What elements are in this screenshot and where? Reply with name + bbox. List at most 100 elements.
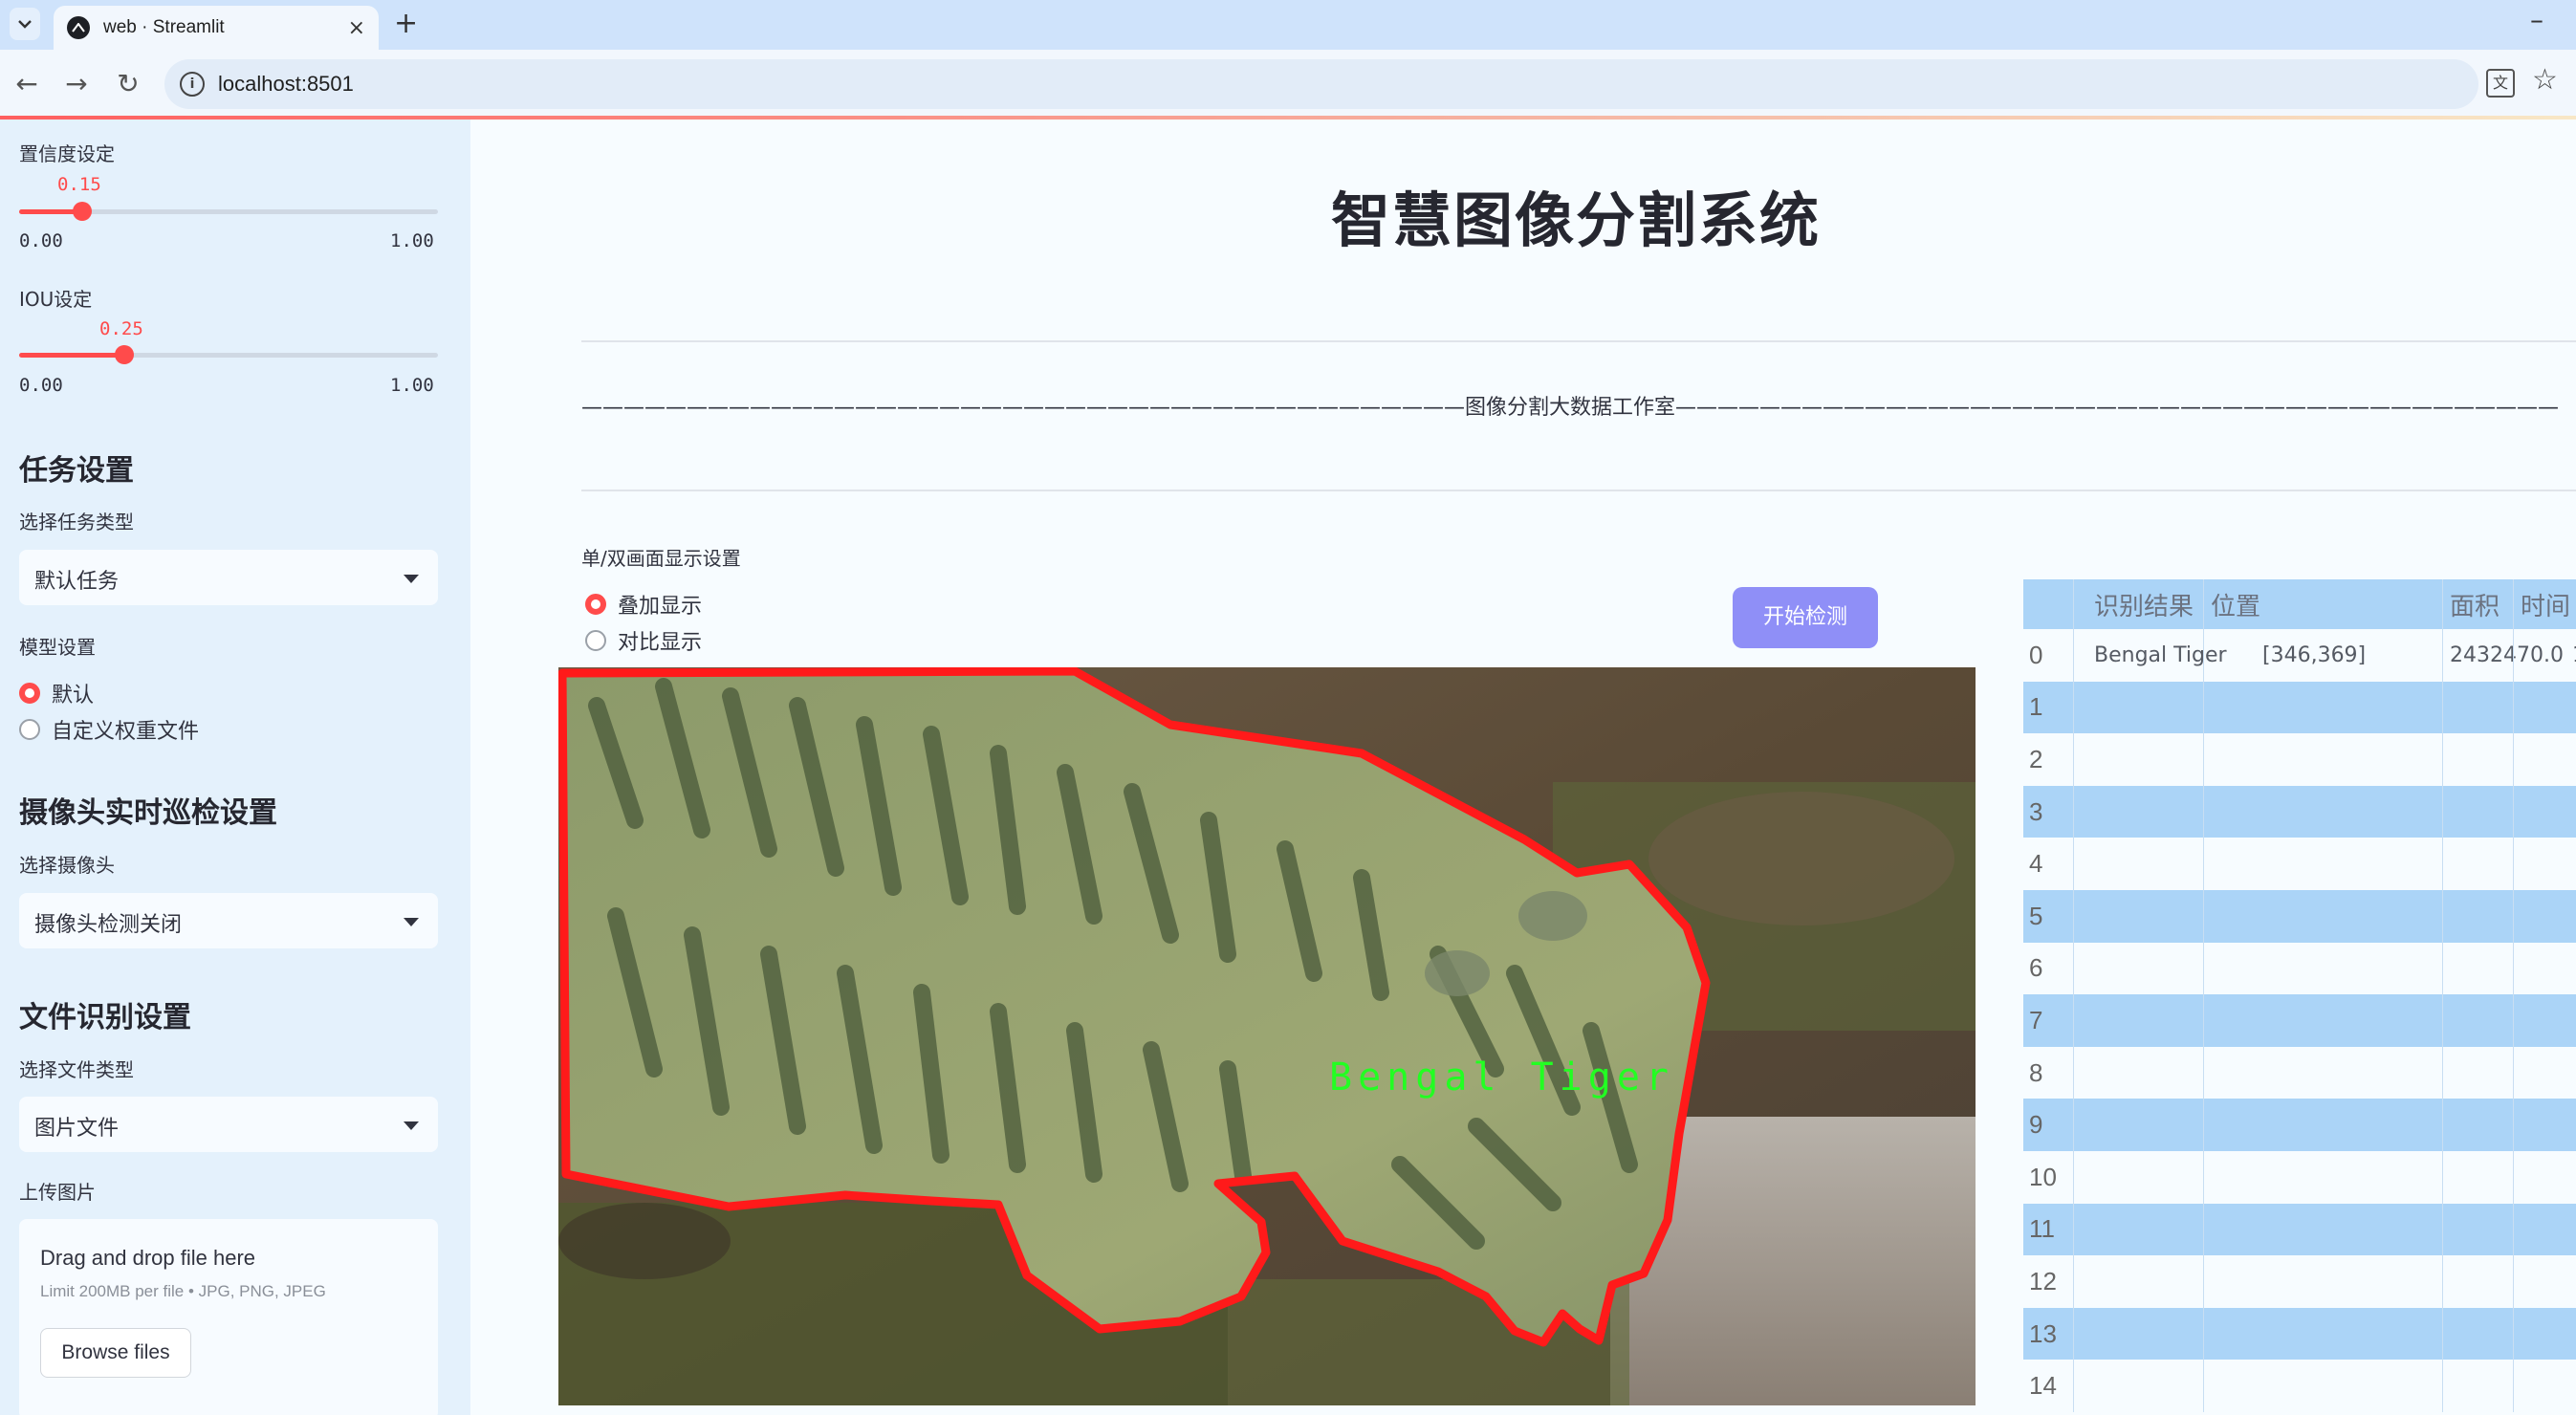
bookmark-star-icon[interactable]: ☆ — [2532, 63, 2558, 97]
column-divider — [2513, 1046, 2514, 1099]
column-divider — [2513, 733, 2514, 786]
table-row[interactable]: 13 — [2023, 1307, 2576, 1361]
table-row[interactable]: 4 — [2023, 838, 2576, 890]
column-divider — [2073, 1099, 2074, 1151]
column-header[interactable]: 位置 — [2211, 579, 2260, 629]
model-option-label: 默认 — [52, 684, 95, 708]
confidence-label: 置信度设定 — [19, 142, 115, 165]
column-divider — [2442, 1360, 2443, 1412]
iou-slider-fill — [19, 353, 124, 358]
column-divider — [2073, 889, 2074, 943]
segmentation-result-image: Bengal Tiger — [558, 667, 1976, 1405]
column-divider — [2442, 1099, 2443, 1151]
table-row[interactable]: 7 — [2023, 994, 2576, 1047]
close-tab-icon[interactable]: × — [348, 16, 365, 40]
table-row[interactable]: 11 — [2023, 1203, 2576, 1256]
tab-list-button[interactable] — [10, 8, 40, 40]
upload-label: 上传图片 — [19, 1181, 96, 1204]
table-row[interactable]: 10 — [2023, 1150, 2576, 1204]
task-type-select[interactable]: 默认任务 — [19, 550, 438, 605]
table-row[interactable]: 2 — [2023, 733, 2576, 786]
results-table[interactable]: 识别结果 位置 面积 时间 0 Bengal Tiger [346,369] 2432… — [2023, 579, 2576, 1412]
reload-icon[interactable]: ↻ — [111, 67, 145, 101]
file-dropzone[interactable]: Drag and drop file here Limit 200MB per … — [19, 1219, 438, 1415]
iou-slider[interactable] — [19, 345, 438, 364]
row-index: 1 — [2029, 692, 2043, 722]
model-option-custom[interactable]: 自定义权重文件 — [19, 714, 199, 745]
table-row[interactable]: 8 — [2023, 1046, 2576, 1099]
column-divider — [2073, 994, 2074, 1047]
table-row[interactable]: 6 — [2023, 942, 2576, 995]
confidence-slider[interactable] — [19, 202, 438, 221]
camera-select[interactable]: 摄像头检测关闭 — [19, 893, 438, 948]
model-option-default[interactable]: 默认 — [19, 678, 94, 708]
divider — [581, 490, 2576, 491]
dropzone-title: Drag and drop file here — [40, 1246, 256, 1270]
column-divider — [2073, 1203, 2074, 1256]
area-cell: 2432470.0 — [2450, 642, 2564, 667]
display-option-overlay[interactable]: 叠加显示 — [585, 589, 702, 620]
translate-icon[interactable]: 文 — [2486, 69, 2515, 98]
url-text: localhost:8501 — [218, 72, 354, 96]
row-index: 12 — [2029, 1266, 2057, 1295]
forward-arrow-icon[interactable]: → — [59, 67, 94, 101]
camera-settings-heading: 摄像头实时巡检设置 — [19, 796, 277, 830]
column-divider — [2442, 889, 2443, 943]
minimize-icon[interactable]: – — [2530, 4, 2543, 35]
table-row[interactable]: 9 — [2023, 1099, 2576, 1151]
task-type-label: 选择任务类型 — [19, 511, 134, 533]
camera-select-value: 摄像头检测关闭 — [34, 913, 183, 937]
column-divider — [2513, 889, 2514, 943]
caret-down-icon — [404, 575, 419, 583]
table-row[interactable]: 1 — [2023, 681, 2576, 734]
display-option-compare[interactable]: 对比显示 — [585, 625, 702, 656]
browse-files-button[interactable]: Browse files — [40, 1328, 191, 1378]
table-row[interactable]: 14 — [2023, 1360, 2576, 1412]
column-header[interactable]: 识别结果 — [2073, 579, 2312, 629]
browser-tab[interactable]: web · Streamlit × — [54, 6, 379, 50]
file-type-select[interactable]: 图片文件 — [19, 1097, 438, 1152]
back-arrow-icon[interactable]: ← — [10, 67, 44, 101]
radio-unselected-icon[interactable] — [585, 630, 606, 651]
row-index: 8 — [2029, 1057, 2043, 1087]
row-index: 10 — [2029, 1162, 2057, 1191]
file-type-label: 选择文件类型 — [19, 1058, 134, 1081]
column-divider — [2442, 1255, 2443, 1308]
column-divider — [2203, 1046, 2204, 1099]
column-divider — [2203, 681, 2204, 734]
radio-selected-icon[interactable] — [585, 594, 606, 615]
confidence-slider-thumb[interactable] — [72, 202, 92, 221]
column-divider — [2442, 1046, 2443, 1099]
column-divider — [2442, 994, 2443, 1047]
browser-toolbar: ← → ↻ i localhost:8501 文 ☆ — [0, 50, 2576, 119]
new-tab-icon[interactable]: + — [394, 8, 418, 40]
column-header[interactable]: 时间 — [2521, 579, 2570, 629]
display-option-label: 对比显示 — [618, 631, 703, 655]
column-divider — [2073, 1150, 2074, 1204]
column-divider — [2073, 1307, 2074, 1361]
column-divider — [2442, 1150, 2443, 1204]
confidence-max: 1.00 — [390, 230, 434, 251]
column-divider — [2203, 1203, 2204, 1256]
address-bar[interactable]: i localhost:8501 — [164, 59, 2478, 109]
table-row[interactable]: 12 — [2023, 1255, 2576, 1308]
row-index: 7 — [2029, 1005, 2043, 1034]
streamlit-favicon-icon — [67, 16, 90, 39]
site-info-icon[interactable]: i — [180, 72, 205, 97]
row-index: 6 — [2029, 953, 2043, 983]
table-row[interactable]: 0 Bengal Tiger [346,369] 2432470.0 1 — [2023, 629, 2576, 682]
row-index: 4 — [2029, 849, 2043, 879]
table-row[interactable]: 3 — [2023, 785, 2576, 838]
column-divider — [2442, 838, 2443, 890]
chevron-down-icon — [18, 20, 32, 29]
column-divider — [2073, 785, 2074, 838]
radio-selected-icon[interactable] — [19, 683, 40, 704]
radio-unselected-icon[interactable] — [19, 719, 40, 740]
detection-image: Bengal Tiger — [558, 667, 1976, 1405]
table-row[interactable]: 5 — [2023, 889, 2576, 943]
iou-slider-thumb[interactable] — [114, 345, 134, 364]
start-detection-button[interactable]: 开始检测 — [1733, 587, 1878, 648]
row-index: 2 — [2029, 744, 2043, 773]
column-divider — [2442, 629, 2443, 682]
column-header[interactable]: 面积 — [2450, 579, 2500, 629]
